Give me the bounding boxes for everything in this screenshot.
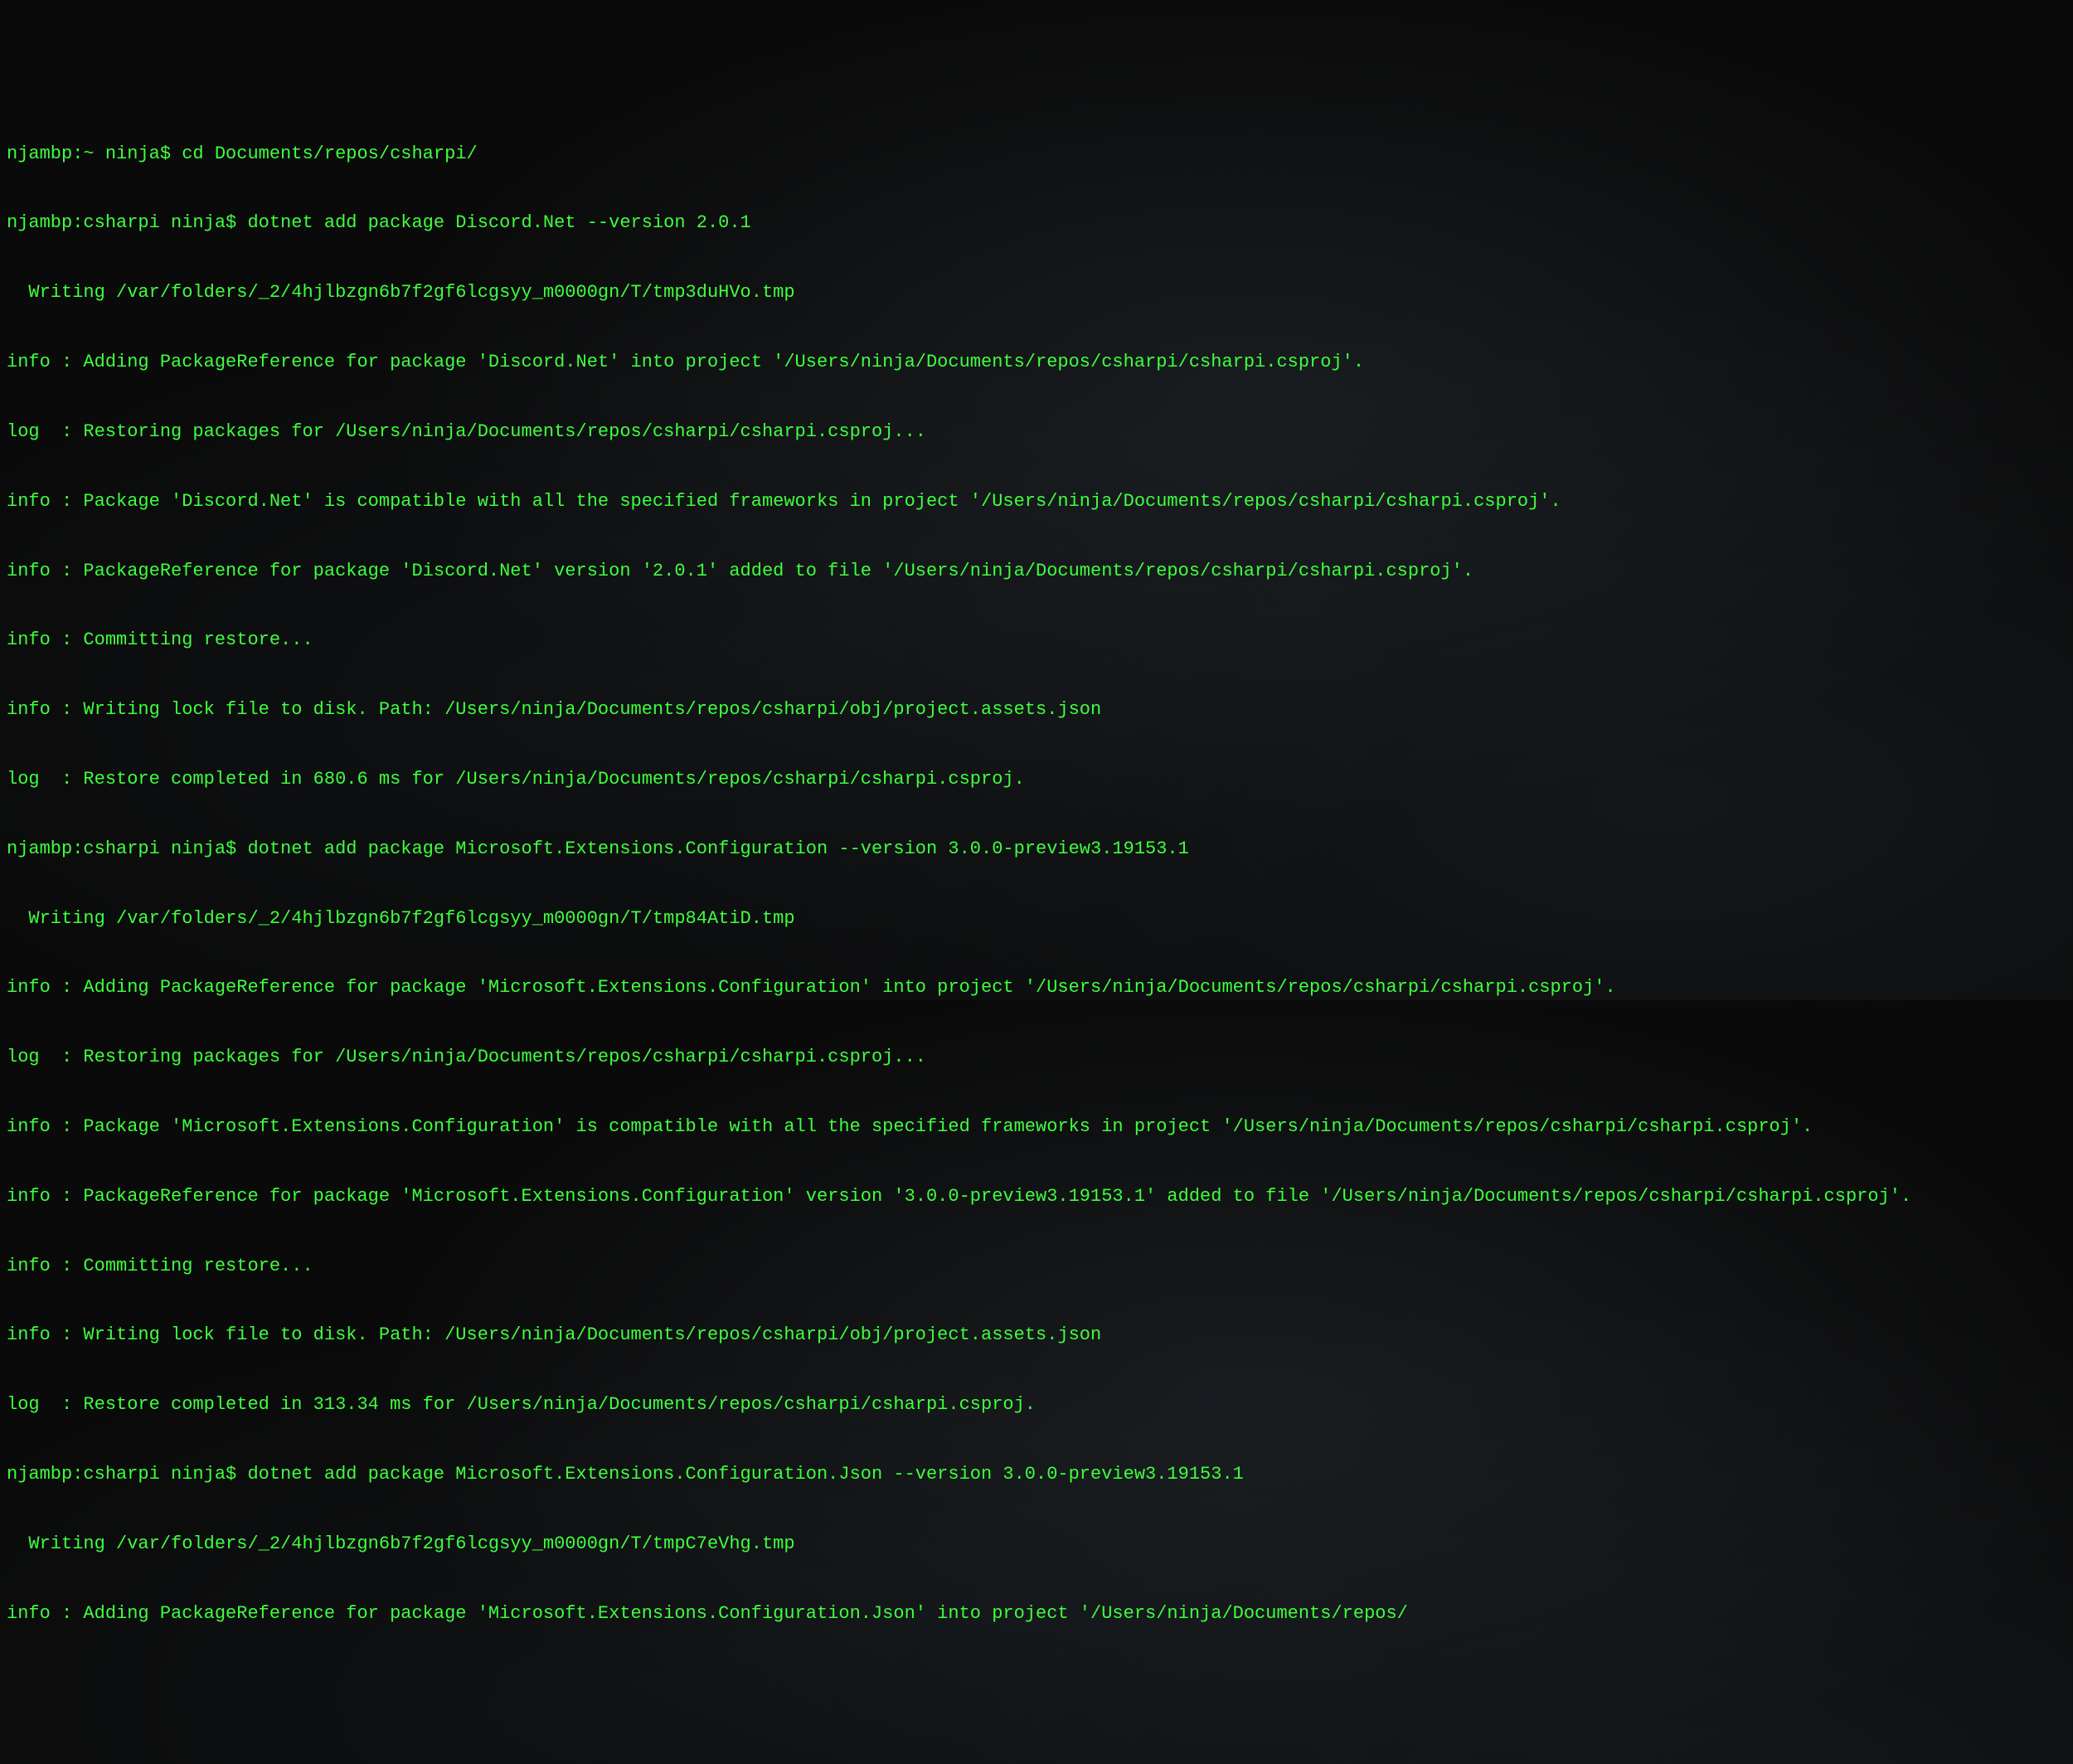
terminal-line: info : Package 'Microsoft.Extensions.Con… <box>7 1115 2066 1139</box>
terminal-line: info : Adding PackageReference for packa… <box>7 976 2066 999</box>
terminal-line: njambp:csharpi ninja$ dotnet add package… <box>7 838 2066 861</box>
terminal-line: Writing /var/folders/_2/4hjlbzgn6b7f2gf6… <box>7 907 2066 931</box>
terminal-line: log : Restore completed in 680.6 ms for … <box>7 768 2066 791</box>
terminal-line: log : Restore completed in 313.34 ms for… <box>7 1393 2066 1417</box>
terminal-line: log : Restoring packages for /Users/ninj… <box>7 420 2066 444</box>
terminal-line: njambp:csharpi ninja$ dotnet add package… <box>7 211 2066 235</box>
terminal-line: info : Package 'Discord.Net' is compatib… <box>7 490 2066 513</box>
terminal-line: info : PackageReference for package 'Dis… <box>7 560 2066 583</box>
terminal-line: info : Adding PackageReference for packa… <box>7 1602 2066 1626</box>
terminal-line: info : PackageReference for package 'Mic… <box>7 1185 2066 1208</box>
terminal-line: Writing /var/folders/_2/4hjlbzgn6b7f2gf6… <box>7 1533 2066 1556</box>
terminal-line: Writing /var/folders/_2/4hjlbzgn6b7f2gf6… <box>7 281 2066 304</box>
terminal-line: info : Committing restore... <box>7 629 2066 652</box>
terminal-line: info : Adding PackageReference for packa… <box>7 351 2066 374</box>
terminal-line: info : Writing lock file to disk. Path: … <box>7 698 2066 722</box>
terminal-line: log : Restoring packages for /Users/ninj… <box>7 1046 2066 1069</box>
terminal-line: njambp:~ ninja$ cd Documents/repos/cshar… <box>7 143 2066 166</box>
terminal-line: info : Writing lock file to disk. Path: … <box>7 1324 2066 1347</box>
terminal-line: njambp:csharpi ninja$ dotnet add package… <box>7 1463 2066 1486</box>
terminal-output[interactable]: njambp:~ ninja$ cd Documents/repos/cshar… <box>7 96 2066 1649</box>
terminal-line: info : Committing restore... <box>7 1255 2066 1278</box>
